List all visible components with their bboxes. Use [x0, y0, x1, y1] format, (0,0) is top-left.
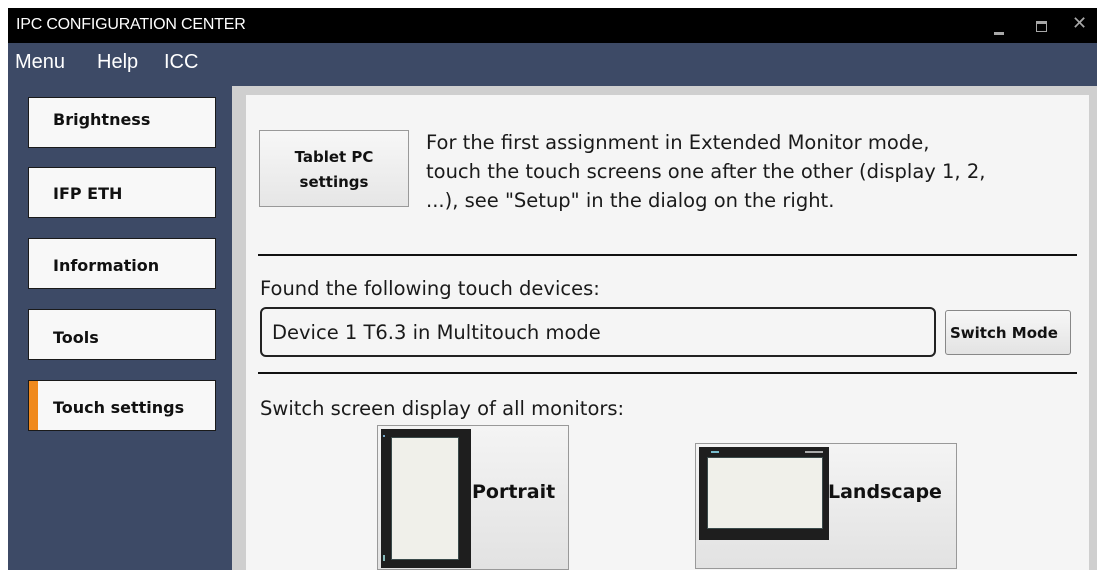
minimize-icon[interactable]: [985, 8, 1015, 43]
sidebar-item-ifp-eth[interactable]: IFP ETH: [28, 167, 216, 218]
switch-display-label: Switch screen display of all monitors:: [260, 397, 625, 420]
window-title: IPC CONFIGURATION CENTER: [16, 16, 246, 33]
tablet-button-line1: Tablet PC: [294, 148, 374, 166]
touch-device-list[interactable]: Device 1 T6.3 in Multitouch mode: [260, 307, 936, 357]
device-entry[interactable]: Device 1 T6.3 in Multitouch mode: [272, 321, 601, 344]
sidebar-item-label: IFP ETH: [53, 184, 123, 203]
landscape-label: Landscape: [828, 481, 942, 503]
divider: [258, 372, 1077, 374]
sidebar-item-label: Brightness: [53, 110, 151, 129]
menu-item-icc[interactable]: ICC: [164, 51, 198, 74]
close-icon[interactable]: ✕: [1066, 8, 1096, 43]
title-bar[interactable]: IPC CONFIGURATION CENTER ✕: [8, 8, 1097, 43]
menu-bar: Menu Help ICC: [8, 43, 1097, 83]
menu-item-help[interactable]: Help: [97, 51, 138, 74]
maximize-icon[interactable]: [1026, 8, 1056, 43]
landscape-monitor-icon: [699, 447, 829, 540]
instruction-line: ...), see "Setup" in the dialog on the r…: [426, 189, 835, 212]
portrait-label: Portrait: [472, 481, 556, 503]
sidebar-item-label: Tools: [53, 328, 99, 347]
switch-mode-label: Switch Mode: [950, 324, 1058, 342]
content-area: Tablet PC settings For the first assignm…: [232, 86, 1097, 570]
sidebar-item-brightness[interactable]: Brightness: [28, 97, 216, 148]
sidebar-item-tools[interactable]: Tools: [28, 309, 216, 360]
landscape-button[interactable]: Landscape: [695, 443, 957, 569]
touch-settings-panel: Tablet PC settings For the first assignm…: [246, 95, 1089, 570]
instruction-text: For the first assignment in Extended Mon…: [426, 128, 1076, 215]
sidebar-item-information[interactable]: Information: [28, 238, 216, 289]
sidebar-item-label: Touch settings: [53, 398, 185, 417]
switch-mode-button[interactable]: Switch Mode: [945, 310, 1071, 355]
divider: [258, 254, 1077, 256]
app-window: IPC CONFIGURATION CENTER ✕ Menu Help ICC…: [8, 8, 1097, 570]
portrait-monitor-icon: [381, 429, 471, 568]
found-devices-label: Found the following touch devices:: [260, 277, 600, 300]
instruction-line: touch the touch screens one after the ot…: [426, 160, 986, 183]
instruction-line: For the first assignment in Extended Mon…: [426, 131, 930, 154]
portrait-button[interactable]: Portrait: [377, 425, 569, 570]
tablet-button-line2: settings: [299, 173, 369, 191]
sidebar-item-touch-settings[interactable]: Touch settings: [28, 380, 216, 431]
close-glyph: ✕: [1072, 13, 1088, 34]
menu-item-menu[interactable]: Menu: [15, 51, 65, 74]
tablet-pc-settings-button[interactable]: Tablet PC settings: [259, 130, 409, 207]
sidebar-item-label: Information: [53, 256, 160, 275]
